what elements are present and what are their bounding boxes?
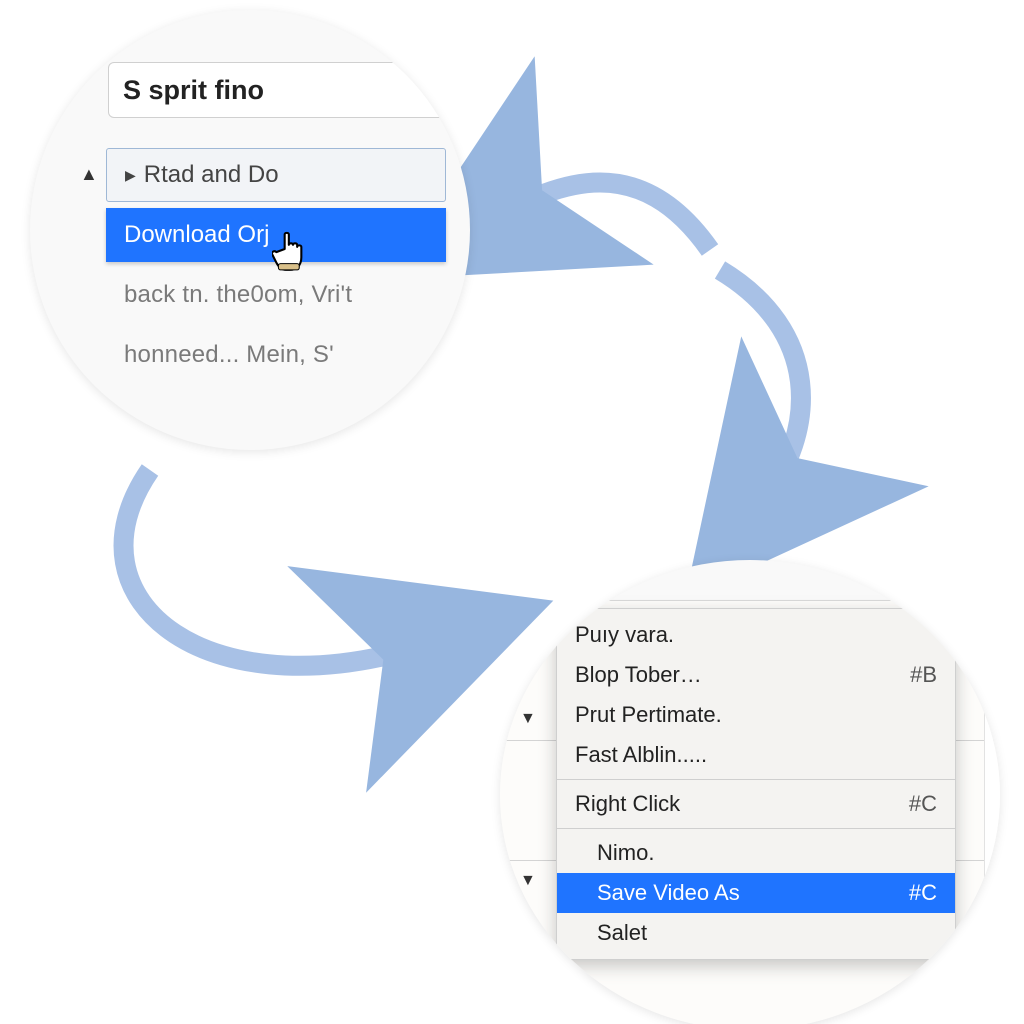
menu-separator (557, 779, 955, 780)
menu-item[interactable]: Prut Pertimate. (557, 695, 955, 735)
list-area: ▲ ▶ Rtad and Do Download Orj back tn. th… (70, 148, 450, 382)
menu-item[interactable]: Salet (557, 913, 955, 953)
menu-item-save-video-as[interactable]: Save Video As #C (557, 873, 955, 913)
menu-item-label: Puıy vara. (575, 622, 674, 648)
menu-item[interactable]: Fast Alblin..... (557, 735, 955, 775)
menu-item[interactable]: Blop Tober… #B (557, 655, 955, 695)
menu-item[interactable]: Right Click #C (557, 784, 955, 824)
menu-item-label: Nimo. (597, 840, 654, 866)
menu-separator (557, 828, 955, 829)
list-heading-label: Rtad and Do (144, 161, 279, 189)
callout-download-list: S sprit fino ▲ ▶ Rtad and Do Download Or… (30, 10, 470, 450)
menu-item-label: Fast Alblin..... (575, 742, 707, 768)
menu-item-shortcut: #B (910, 662, 937, 688)
list-item-b-label: honneed... Mein, S' (124, 341, 334, 369)
menu-item-label: Blop Tober… (575, 662, 702, 688)
collapse-triangle-up-icon[interactable]: ▲ (80, 164, 98, 185)
search-title-field[interactable]: S sprit fino (108, 62, 468, 118)
menu-item[interactable]: Puıy vara. (557, 615, 955, 655)
menu-item-label: Right Click (575, 791, 680, 817)
context-menu: Puıy vara. Blop Tober… #B Prut Pertimate. Fa… (556, 608, 956, 960)
chevron-down-icon: ▼ (520, 872, 536, 890)
list-item-a[interactable]: back tn. the0om, Vri't (106, 268, 446, 322)
callout-context-menu: ▼ ▼ Puıy vara. Blop Tober… #B Prut Pertimat… (500, 560, 1000, 1024)
right-strip (984, 640, 1000, 960)
list-item-b[interactable]: honneed... Mein, S' (106, 328, 446, 382)
menu-item[interactable]: Nimo. (557, 833, 955, 873)
menu-item-label: Salet (597, 920, 647, 946)
menu-item-shortcut: #C (909, 880, 937, 906)
menu-item-label: Prut Pertimate. (575, 702, 722, 728)
chevron-down-icon: ▼ (520, 710, 536, 728)
chevron-right-icon: ▶ (125, 167, 136, 184)
menu-item-label: Save Video As (597, 880, 740, 906)
menu-item-shortcut: #C (909, 791, 937, 817)
list-heading-row[interactable]: ▶ Rtad and Do (106, 148, 446, 202)
search-title-text: S sprit fino (123, 75, 264, 106)
list-item-a-label: back tn. the0om, Vri't (124, 281, 352, 309)
list-item-download-label: Download Orj (124, 221, 269, 249)
list-item-download[interactable]: Download Orj (106, 208, 446, 262)
